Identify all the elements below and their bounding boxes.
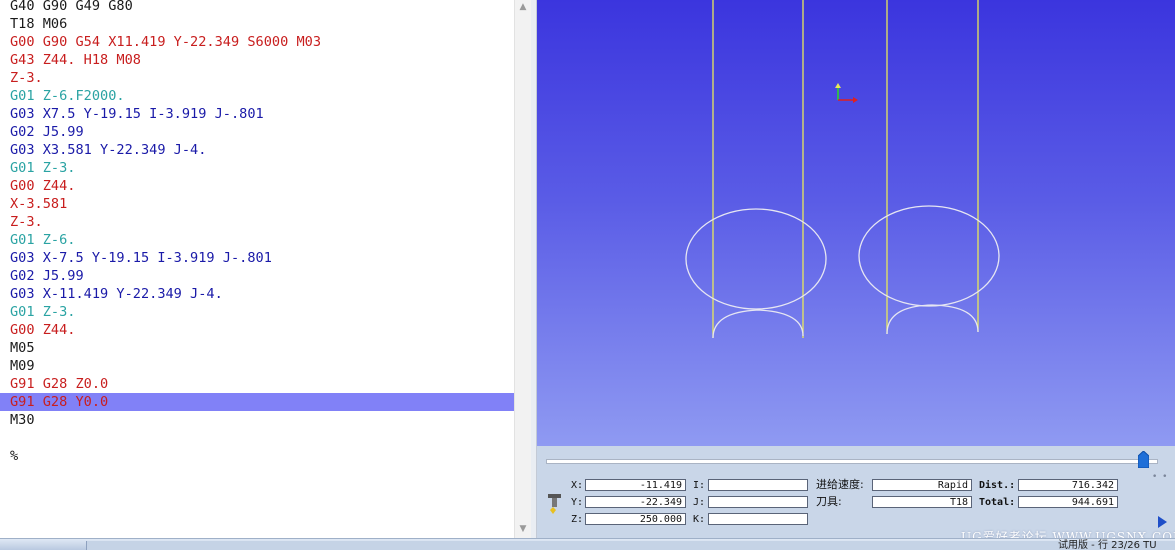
code-token: G01 Z-3.	[10, 160, 76, 176]
code-line[interactable]: G40 G90 G49 G80	[0, 0, 514, 15]
toolpath-arc	[886, 304, 979, 335]
tool-label: 刀具:	[816, 495, 842, 508]
code-line[interactable]: G43 Z44. H18 M08	[0, 51, 514, 69]
code-token: Z-3.	[10, 214, 43, 230]
z-label: Z:	[571, 514, 584, 525]
code-line[interactable]: G01 Z-6.	[0, 231, 514, 249]
scroll-up-icon[interactable]: ▲	[515, 0, 531, 14]
code-token: G40 G90 G49 G80	[10, 0, 133, 14]
code-line[interactable]: G02 J5.99	[0, 267, 514, 285]
code-line[interactable]: G01 Z-3.	[0, 303, 514, 321]
code-token: G01 Z-3.	[10, 304, 76, 320]
code-line[interactable]: G00 Z44.	[0, 177, 514, 195]
code-line[interactable]: G03 X7.5 Y-19.15 I-3.919 J-.801	[0, 105, 514, 123]
code-line[interactable]: M05	[0, 339, 514, 357]
playback-slider-thumb[interactable]	[1138, 451, 1150, 468]
code-token: G02 J5.99	[10, 268, 84, 284]
code-token: M09	[10, 358, 35, 374]
nc-code-editor[interactable]: G40 G90 G49 G80 T18 M06 G00 G90 G54 X11.41…	[0, 0, 514, 538]
dist-field: 716.342	[1018, 479, 1118, 491]
code-token: G91 G28 Y0.0	[10, 394, 109, 410]
code-line[interactable]: M09	[0, 357, 514, 375]
status-bar-text: 试用版 - 行 23/26 TU	[1058, 540, 1157, 551]
code-token: G01 Z-6.	[10, 232, 76, 248]
code-token: G03 X7.5 Y-19.15 I-3.919 J-.801	[10, 106, 264, 122]
code-line[interactable]	[0, 429, 514, 447]
y-label: Y:	[571, 497, 584, 508]
z-value-field: 250.000	[585, 513, 686, 525]
code-line[interactable]: G02 J5.99	[0, 123, 514, 141]
code-token: G02 J5.99	[10, 124, 84, 140]
code-line[interactable]: G00 G90 G54 X11.419 Y-22.349 S6000 M03	[0, 33, 514, 51]
code-line[interactable]: X-3.581	[0, 195, 514, 213]
code-token: G03 X-7.5 Y-19.15 I-3.919 J-.801	[10, 250, 272, 266]
more-dots-icon: • •	[1152, 472, 1169, 482]
code-line[interactable]: G01 Z-6.F2000.	[0, 87, 514, 105]
code-line[interactable]: %	[0, 447, 514, 465]
code-token: G00 Z44.	[10, 322, 76, 338]
code-token: Z-3.	[10, 70, 43, 86]
x-label: X:	[571, 480, 584, 491]
code-token: T18 M06	[10, 16, 68, 32]
code-token: G43 Z44. H18 M08	[10, 52, 141, 68]
code-vertical-scrollbar[interactable]: ▲ ▼	[514, 0, 531, 538]
i-label: I:	[693, 480, 706, 491]
total-label: Total:	[979, 497, 1016, 508]
code-line[interactable]: T18 M06	[0, 15, 514, 33]
code-line[interactable]: G03 X-11.419 Y-22.349 J-4.	[0, 285, 514, 303]
code-token: G03 X3.581 Y-22.349 J-4.	[10, 142, 207, 158]
code-line[interactable]: G03 X-7.5 Y-19.15 I-3.919 J-.801	[0, 249, 514, 267]
code-token: %	[10, 448, 19, 464]
code-line-selected[interactable]: G91 G28 Y0.0	[0, 393, 514, 411]
code-line[interactable]: Z-3.	[0, 69, 514, 87]
total-field: 944.691	[1018, 496, 1118, 508]
code-token: M05	[10, 340, 35, 356]
code-line[interactable]: G01 Z-3.	[0, 159, 514, 177]
code-token: G00 Z44.	[10, 178, 76, 194]
code-token: G03 X-11.419 Y-22.349 J-4.	[10, 286, 223, 302]
status-panel: • • X: -11.419 Y: -22.349 Z: 250.000 I: …	[537, 446, 1175, 544]
play-icon[interactable]	[1156, 515, 1168, 529]
toolpath-drawing	[685, 0, 1000, 339]
toolpath-circle	[685, 208, 827, 310]
feed-rate-label: 进给速度:	[816, 478, 864, 491]
code-token: G91 G28 Z0.0	[10, 376, 109, 392]
i-value-field	[708, 479, 808, 491]
code-line[interactable]: M30	[0, 411, 514, 429]
toolpath-arc	[712, 309, 804, 339]
code-line[interactable]: Z-3.	[0, 213, 514, 231]
scroll-down-icon[interactable]: ▼	[515, 522, 531, 536]
dist-label: Dist.:	[979, 480, 1016, 491]
code-token: G00 G90 G54 X11.419 Y-22.349 S6000 M03	[10, 34, 321, 50]
j-label: J:	[693, 497, 706, 508]
k-value-field	[708, 513, 808, 525]
code-line[interactable]: G91 G28 Z0.0	[0, 375, 514, 393]
code-token: G01 Z-6.F2000.	[10, 88, 125, 104]
y-value-field: -22.349	[585, 496, 686, 508]
j-value-field	[708, 496, 808, 508]
code-lines: G40 G90 G49 G80 T18 M06 G00 G90 G54 X11.41…	[0, 0, 514, 465]
feed-rate-field: Rapid	[872, 479, 972, 491]
status-bar: 试用版 - 行 23/26 TU	[0, 538, 1175, 551]
x-value-field: -11.419	[585, 479, 686, 491]
tool-holder-icon	[548, 494, 561, 514]
axis-triad-icon	[835, 83, 858, 103]
toolpath-3d-viewport[interactable]	[537, 0, 1175, 446]
code-token: M30	[10, 412, 35, 428]
tool-field: T18	[872, 496, 972, 508]
code-line[interactable]: G03 X3.581 Y-22.349 J-4.	[0, 141, 514, 159]
code-line[interactable]: G00 Z44.	[0, 321, 514, 339]
playback-slider-track[interactable]	[546, 459, 1158, 464]
k-label: K:	[693, 514, 706, 525]
code-token: X-3.581	[10, 196, 68, 212]
